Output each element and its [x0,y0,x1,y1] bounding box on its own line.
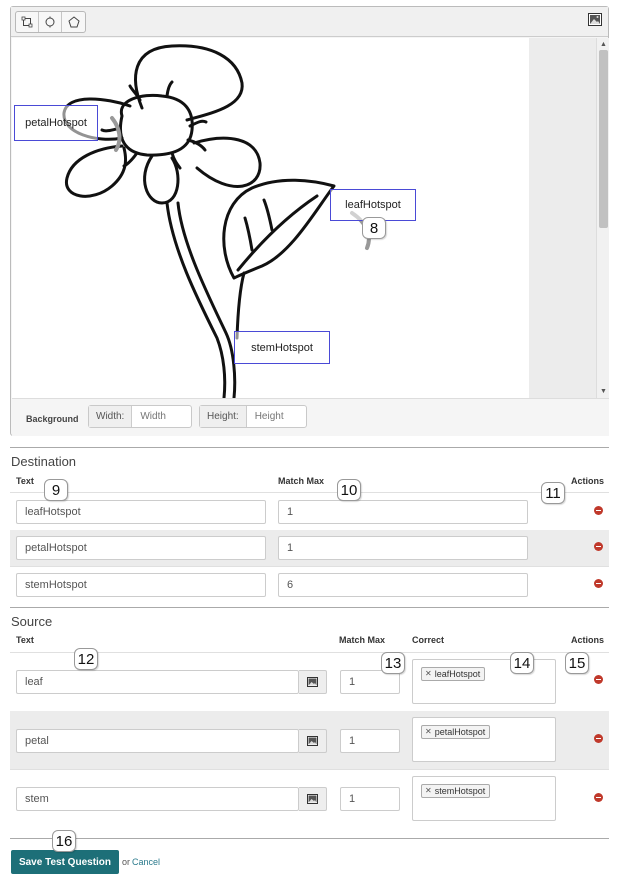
remove-icon[interactable] [594,506,603,515]
hotspot-stem[interactable]: stemHotspot [234,331,330,364]
destination-title: Destination [11,454,77,469]
height-group: Height: [199,405,307,428]
destination-match-max-header: Match Max [278,476,325,486]
divider [10,838,609,839]
callout-13: 13 [381,652,405,674]
destination-match-max-input[interactable] [278,536,528,560]
callout-10: 10 [337,479,361,501]
image-icon [307,736,318,746]
callout-16: 16 [52,830,76,852]
canvas-scrollbar[interactable]: ▲ ▼ [596,38,609,398]
rectangle-tool-button[interactable] [16,12,39,32]
callout-11: 11 [541,482,565,504]
correct-select[interactable]: ✕ stemHotspot [412,776,556,821]
header-divider [10,492,609,493]
scroll-up-arrow-icon[interactable]: ▲ [599,40,608,49]
cancel-link[interactable]: Cancel [132,857,160,867]
callout-9: 9 [44,479,68,501]
source-image-button[interactable] [299,787,327,811]
width-input[interactable] [132,406,189,427]
rectangle-tool-icon [21,16,33,28]
destination-match-max-input[interactable] [278,573,528,597]
background-settings: Background Width: Height: [12,398,609,436]
source-match-max-header: Match Max [339,635,386,645]
drawing-toolbar [11,7,608,37]
hotspot-petal[interactable]: petalHotspot [14,105,98,141]
width-addon: Width: [89,406,133,427]
correct-tag-label: petalHotspot [434,727,486,737]
row-divider [10,769,609,770]
divider [10,447,609,448]
remove-tag-icon[interactable]: ✕ [425,668,432,680]
source-match-max-input[interactable] [340,729,400,753]
source-text-input[interactable] [16,670,299,694]
circle-tool-button[interactable] [39,12,62,32]
correct-tag-label: leafHotspot [434,669,481,679]
callout-8: 8 [362,217,386,239]
canvas-margin [529,38,596,398]
remove-tag-icon[interactable]: ✕ [425,785,432,797]
remove-icon[interactable] [594,579,603,588]
source-correct-header: Correct [412,635,445,645]
hotspot-label: stemHotspot [251,341,313,354]
image-icon [307,794,318,804]
remove-icon[interactable] [594,542,603,551]
source-text-input[interactable] [16,787,299,811]
divider [10,607,609,608]
correct-select[interactable]: ✕ petalHotspot [412,717,556,762]
image-icon[interactable] [588,13,602,26]
correct-tag: ✕ petalHotspot [421,725,491,739]
or-text: or [122,857,131,867]
save-test-question-button[interactable]: Save Test Question [11,850,119,874]
source-match-max-input[interactable] [340,787,400,811]
source-title: Source [11,614,53,629]
correct-select[interactable]: ✕ leafHotspot [412,659,556,704]
tool-group [15,11,86,33]
callout-15: 15 [565,652,589,674]
background-label: Background [26,414,79,424]
callout-14: 14 [510,652,534,674]
scroll-down-arrow-icon[interactable]: ▼ [599,387,608,396]
correct-tag: ✕ leafHotspot [421,667,486,681]
polygon-tool-button[interactable] [62,12,85,32]
width-group: Width: [88,405,192,428]
hotspot-label: petalHotspot [25,117,87,129]
remove-icon[interactable] [594,734,603,743]
scroll-thumb[interactable] [599,50,608,228]
destination-match-max-input[interactable] [278,500,528,524]
destination-text-header: Text [16,476,34,486]
row-divider [10,566,609,567]
height-input[interactable] [246,406,302,427]
polygon-tool-icon [67,16,80,28]
height-addon: Height: [200,406,247,427]
callout-12: 12 [74,648,98,670]
correct-tag-label: stemHotspot [434,786,486,796]
hotspot-canvas[interactable]: petalHotspot leafHotspot stemHotspot [12,38,529,398]
source-text-input[interactable] [16,729,299,753]
hotspot-editor: petalHotspot leafHotspot stemHotspot ▲ ▼… [10,6,609,436]
remove-tag-icon[interactable]: ✕ [425,726,432,738]
remove-icon[interactable] [594,675,603,684]
destination-text-input[interactable] [16,573,266,597]
source-image-button[interactable] [299,729,327,753]
source-image-button[interactable] [299,670,327,694]
source-text-header: Text [16,635,34,645]
destination-text-input[interactable] [16,500,266,524]
destination-actions-header: Actions [571,476,605,486]
image-icon [307,677,318,687]
destination-text-input[interactable] [16,536,266,560]
correct-tag: ✕ stemHotspot [421,784,491,798]
hotspot-label: leafHotspot [345,199,401,211]
remove-icon[interactable] [594,793,603,802]
source-actions-header: Actions [571,635,605,645]
circle-tool-icon [45,16,55,28]
